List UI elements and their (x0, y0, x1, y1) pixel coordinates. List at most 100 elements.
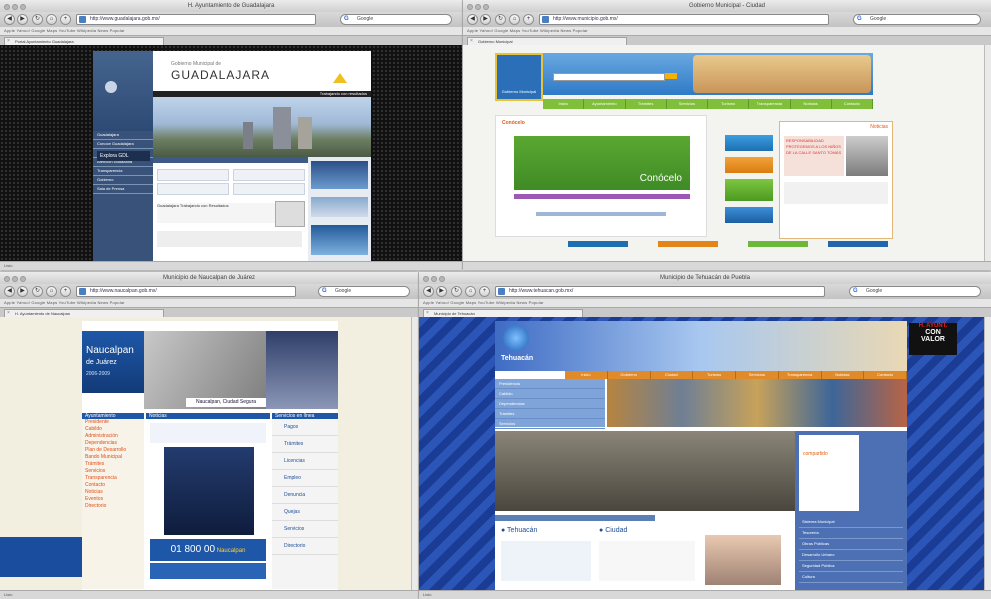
left-menu-item[interactable]: Directorio (82, 503, 144, 510)
forward-button[interactable]: ▶ (436, 286, 447, 297)
home-button[interactable]: ⌂ (465, 286, 476, 297)
left-menu-item[interactable]: Servicios (82, 468, 144, 475)
search-field[interactable]: G Google (849, 286, 981, 297)
close-button[interactable] (423, 276, 429, 282)
zoom-button[interactable] (20, 4, 26, 10)
left-link-item[interactable]: Servicios (495, 419, 605, 429)
footer-tab[interactable] (568, 241, 628, 247)
left-menu-item[interactable]: Eventos (82, 496, 144, 503)
search-field[interactable]: G Google (853, 14, 981, 25)
bookmark-add-button[interactable]: + (60, 286, 71, 297)
header-search-button[interactable] (665, 73, 677, 79)
zoom-button[interactable] (20, 276, 26, 282)
right-menu-item[interactable]: Empleo (272, 470, 338, 487)
side-banner[interactable] (0, 537, 82, 577)
main-menu-item[interactable]: Ayuntamiento (584, 99, 626, 109)
zoom-button[interactable] (483, 4, 489, 10)
tab-active[interactable]: × Municipio de Tehuacán (423, 309, 583, 317)
bookmarks-bar[interactable]: Apple Yahoo! Google Maps YouTube Wikiped… (463, 27, 991, 36)
reload-button[interactable]: ↻ (495, 14, 506, 25)
side-button-orange[interactable] (725, 157, 773, 173)
right-banner[interactable] (311, 197, 368, 217)
right-menu-item[interactable]: Pagos (272, 419, 338, 436)
vertical-scrollbar[interactable] (411, 317, 418, 591)
minimize-button[interactable] (431, 276, 437, 282)
main-menu-item[interactable]: Turismo (708, 99, 750, 109)
window-controls[interactable] (423, 275, 447, 284)
promo-compartido[interactable]: compartido (799, 435, 859, 511)
back-button[interactable]: ◀ (423, 286, 434, 297)
window-titlebar[interactable]: Gobierno Municipal - Ciudad (463, 0, 991, 12)
bookmark-add-button[interactable]: + (479, 286, 490, 297)
minimize-button[interactable] (12, 276, 18, 282)
forward-button[interactable]: ▶ (480, 14, 491, 25)
left-nav-item[interactable]: Transparencia (93, 167, 153, 176)
top-nav-item[interactable]: Turismo (693, 371, 736, 379)
vertical-scrollbar[interactable] (984, 45, 991, 262)
left-link-item[interactable]: Trámites (495, 409, 605, 419)
right-menu-item[interactable]: Licencias (272, 453, 338, 470)
top-nav-item[interactable]: Transparencia (779, 371, 822, 379)
tab-close-icon[interactable]: × (470, 38, 473, 45)
top-nav-item[interactable]: Ciudad (651, 371, 694, 379)
back-button[interactable]: ◀ (4, 14, 15, 25)
left-menu-item[interactable]: Plan de Desarrollo (82, 447, 144, 454)
main-menu-item[interactable]: Inicio (543, 99, 585, 109)
tab-close-icon[interactable]: × (426, 310, 429, 317)
right-menu-item[interactable]: Servicios (272, 521, 338, 538)
footer-tab[interactable] (658, 241, 718, 247)
left-nav-item[interactable]: Conoce Guadalajara (93, 140, 153, 149)
news-headline-block[interactable] (150, 423, 266, 443)
promo-box[interactable] (233, 183, 305, 195)
home-button[interactable]: ⌂ (509, 14, 520, 25)
main-menu-item[interactable]: Transparencia (749, 99, 791, 109)
window-controls[interactable] (467, 3, 491, 12)
reload-button[interactable]: ↻ (32, 14, 43, 25)
window-controls[interactable] (4, 275, 28, 284)
footer-tab[interactable] (828, 241, 888, 247)
promo-box[interactable] (157, 169, 229, 181)
bookmark-add-button[interactable]: + (60, 14, 71, 25)
corner-badge[interactable]: H. AYUNT. CON VALOR (909, 323, 957, 355)
reload-button[interactable]: ↻ (451, 286, 462, 297)
right-sidebar-item[interactable]: Seguridad Pública (799, 561, 903, 572)
tab-active[interactable]: × Gobierno Municipal (467, 37, 627, 45)
left-menu-item[interactable]: Noticias (82, 489, 144, 496)
site-logo[interactable]: Gobierno Municipal (495, 53, 543, 101)
left-menu-item[interactable]: Transparencia (82, 475, 144, 482)
right-menu-item[interactable]: Denuncia (272, 487, 338, 504)
top-nav-item[interactable]: Noticias (822, 371, 865, 379)
left-menu-item[interactable]: Bando Municipal (82, 454, 144, 461)
vertical-scrollbar[interactable] (984, 317, 991, 591)
header-search-input[interactable] (553, 73, 665, 81)
right-menu-item[interactable]: Quejas (272, 504, 338, 521)
tab-close-icon[interactable]: × (7, 310, 10, 317)
main-menu-item[interactable]: Contacto (832, 99, 873, 109)
top-nav-item[interactable]: Gobierno (608, 371, 651, 379)
phone-banner[interactable]: 01 800 00 Naucalpan (150, 539, 266, 561)
left-nav-item[interactable]: Gobierno (93, 176, 153, 185)
search-field[interactable]: G Google (340, 14, 452, 25)
address-bar[interactable]: http://www.tehuacan.gob.mx/ (495, 286, 825, 297)
window-titlebar[interactable]: Municipio de Naucalpan de Juárez (0, 272, 418, 284)
close-button[interactable] (4, 276, 10, 282)
right-sidebar-item[interactable]: Sistema Municipal (799, 517, 903, 528)
left-menu-item[interactable]: Contacto (82, 482, 144, 489)
left-menu-item[interactable]: Administración (82, 433, 144, 440)
right-banner[interactable] (311, 225, 368, 255)
main-menu-item[interactable]: Noticias (791, 99, 832, 109)
top-nav-item[interactable]: Contacto (864, 371, 907, 379)
right-banner[interactable] (311, 161, 368, 189)
main-menu-item[interactable]: Servicios (667, 99, 708, 109)
side-button-green[interactable] (725, 179, 773, 201)
links-row[interactable] (536, 212, 666, 216)
explora-gdl-promo[interactable]: Explora GDL (97, 151, 150, 161)
bookmarks-bar[interactable]: Apple Yahoo! Google Maps YouTube Wikiped… (0, 299, 418, 308)
bookmark-add-button[interactable]: + (523, 14, 534, 25)
home-button[interactable]: ⌂ (46, 286, 57, 297)
right-menu-item[interactable]: Trámites (272, 436, 338, 453)
zoom-button[interactable] (439, 276, 445, 282)
reload-button[interactable]: ↻ (32, 286, 43, 297)
forward-button[interactable]: ▶ (17, 14, 28, 25)
close-button[interactable] (4, 4, 10, 10)
